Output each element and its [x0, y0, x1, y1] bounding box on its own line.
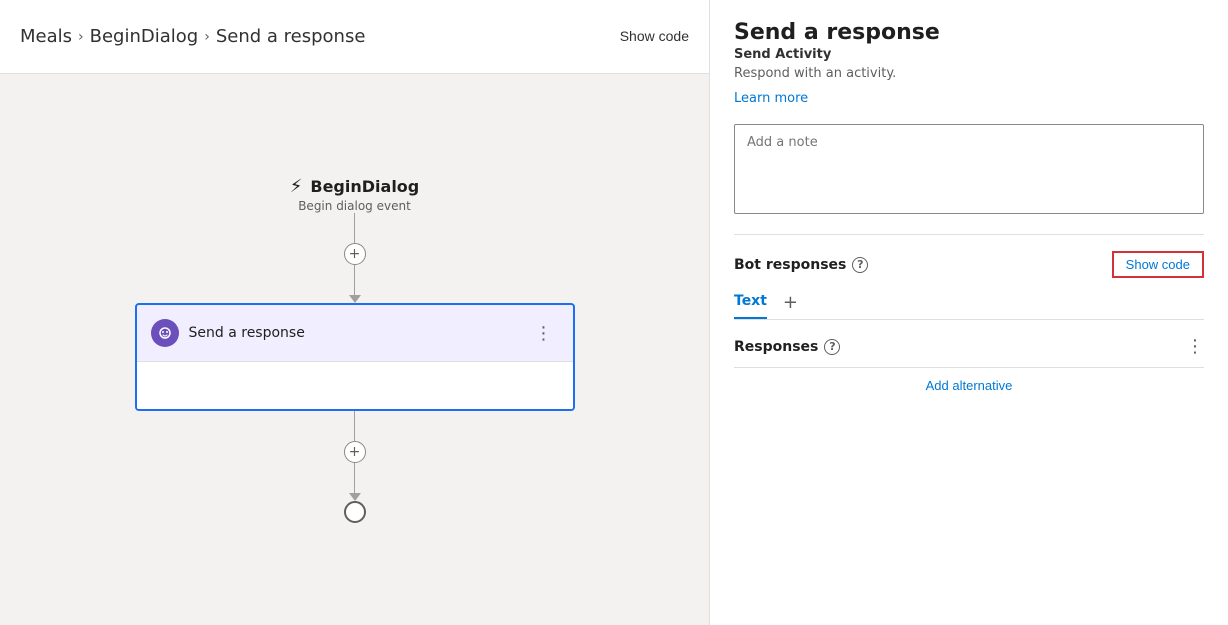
responses-row: Responses ? ⋮: [734, 336, 1204, 357]
tab-text[interactable]: Text: [734, 293, 767, 319]
connector-bottom: [354, 411, 355, 441]
panel-title: Send a response: [734, 20, 1204, 45]
connector-end: [354, 463, 355, 493]
top-bar: Meals › BeginDialog › Send a response Sh…: [0, 0, 709, 74]
bot-responses-label: Bot responses ?: [734, 257, 868, 273]
node-action-menu[interactable]: ⋮: [529, 323, 559, 344]
breadcrumb-send-response: Send a response: [216, 26, 366, 47]
node-action-icon: [151, 319, 179, 347]
responses-help-icon[interactable]: ?: [824, 339, 840, 355]
node-action-title: Send a response: [189, 325, 519, 341]
note-textarea[interactable]: [734, 124, 1204, 214]
panel-description: Respond with an activity.: [734, 66, 1204, 81]
send-response-node[interactable]: Send a response ⋮: [135, 303, 575, 411]
responses-label: Responses ?: [734, 339, 840, 355]
breadcrumb-meals[interactable]: Meals: [20, 26, 72, 47]
bot-icon: [157, 325, 173, 341]
begin-dialog-node: ⚡ BeginDialog Begin dialog event: [290, 176, 420, 213]
tabs: Text +: [734, 292, 1204, 320]
show-code-button-top[interactable]: Show code: [620, 27, 689, 45]
bot-responses-text: Bot responses: [734, 257, 846, 273]
responses-divider: [734, 367, 1204, 368]
tab-add-button[interactable]: +: [783, 292, 798, 313]
connector-mid: [354, 265, 355, 295]
right-panel: Send a response Send Activity Respond wi…: [710, 0, 1228, 625]
bot-responses-help-icon[interactable]: ?: [852, 257, 868, 273]
arrow-down-bottom: [349, 493, 361, 501]
show-code-button-right[interactable]: Show code: [1112, 251, 1204, 278]
begin-dialog-title: BeginDialog: [310, 177, 419, 196]
canvas: ⚡ BeginDialog Begin dialog event +: [0, 74, 709, 625]
learn-more-link[interactable]: Learn more: [734, 91, 1204, 106]
bot-responses-header: Bot responses ? Show code: [734, 251, 1204, 278]
breadcrumb-begin-dialog[interactable]: BeginDialog: [90, 26, 199, 47]
arrow-down-top: [349, 295, 361, 303]
responses-menu[interactable]: ⋮: [1186, 336, 1204, 357]
connector-top: [354, 213, 355, 243]
lightning-icon: ⚡: [290, 176, 303, 197]
breadcrumb: Meals › BeginDialog › Send a response: [20, 26, 365, 47]
node-action-header: Send a response ⋮: [137, 305, 573, 361]
left-panel: Meals › BeginDialog › Send a response Sh…: [0, 0, 710, 625]
add-alternative-button[interactable]: Add alternative: [734, 378, 1204, 393]
breadcrumb-sep-2: ›: [204, 29, 210, 45]
breadcrumb-sep-1: ›: [78, 29, 84, 45]
add-button-top[interactable]: +: [344, 243, 366, 265]
begin-dialog-sub: Begin dialog event: [298, 199, 411, 213]
end-node: [344, 501, 366, 523]
divider: [734, 234, 1204, 235]
node-action-body: [137, 361, 573, 409]
diagram-container: ⚡ BeginDialog Begin dialog event +: [135, 176, 575, 523]
begin-dialog-label: ⚡ BeginDialog: [290, 176, 420, 197]
panel-subtitle: Send Activity: [734, 47, 1204, 62]
add-button-bottom[interactable]: +: [344, 441, 366, 463]
responses-text: Responses: [734, 339, 818, 355]
